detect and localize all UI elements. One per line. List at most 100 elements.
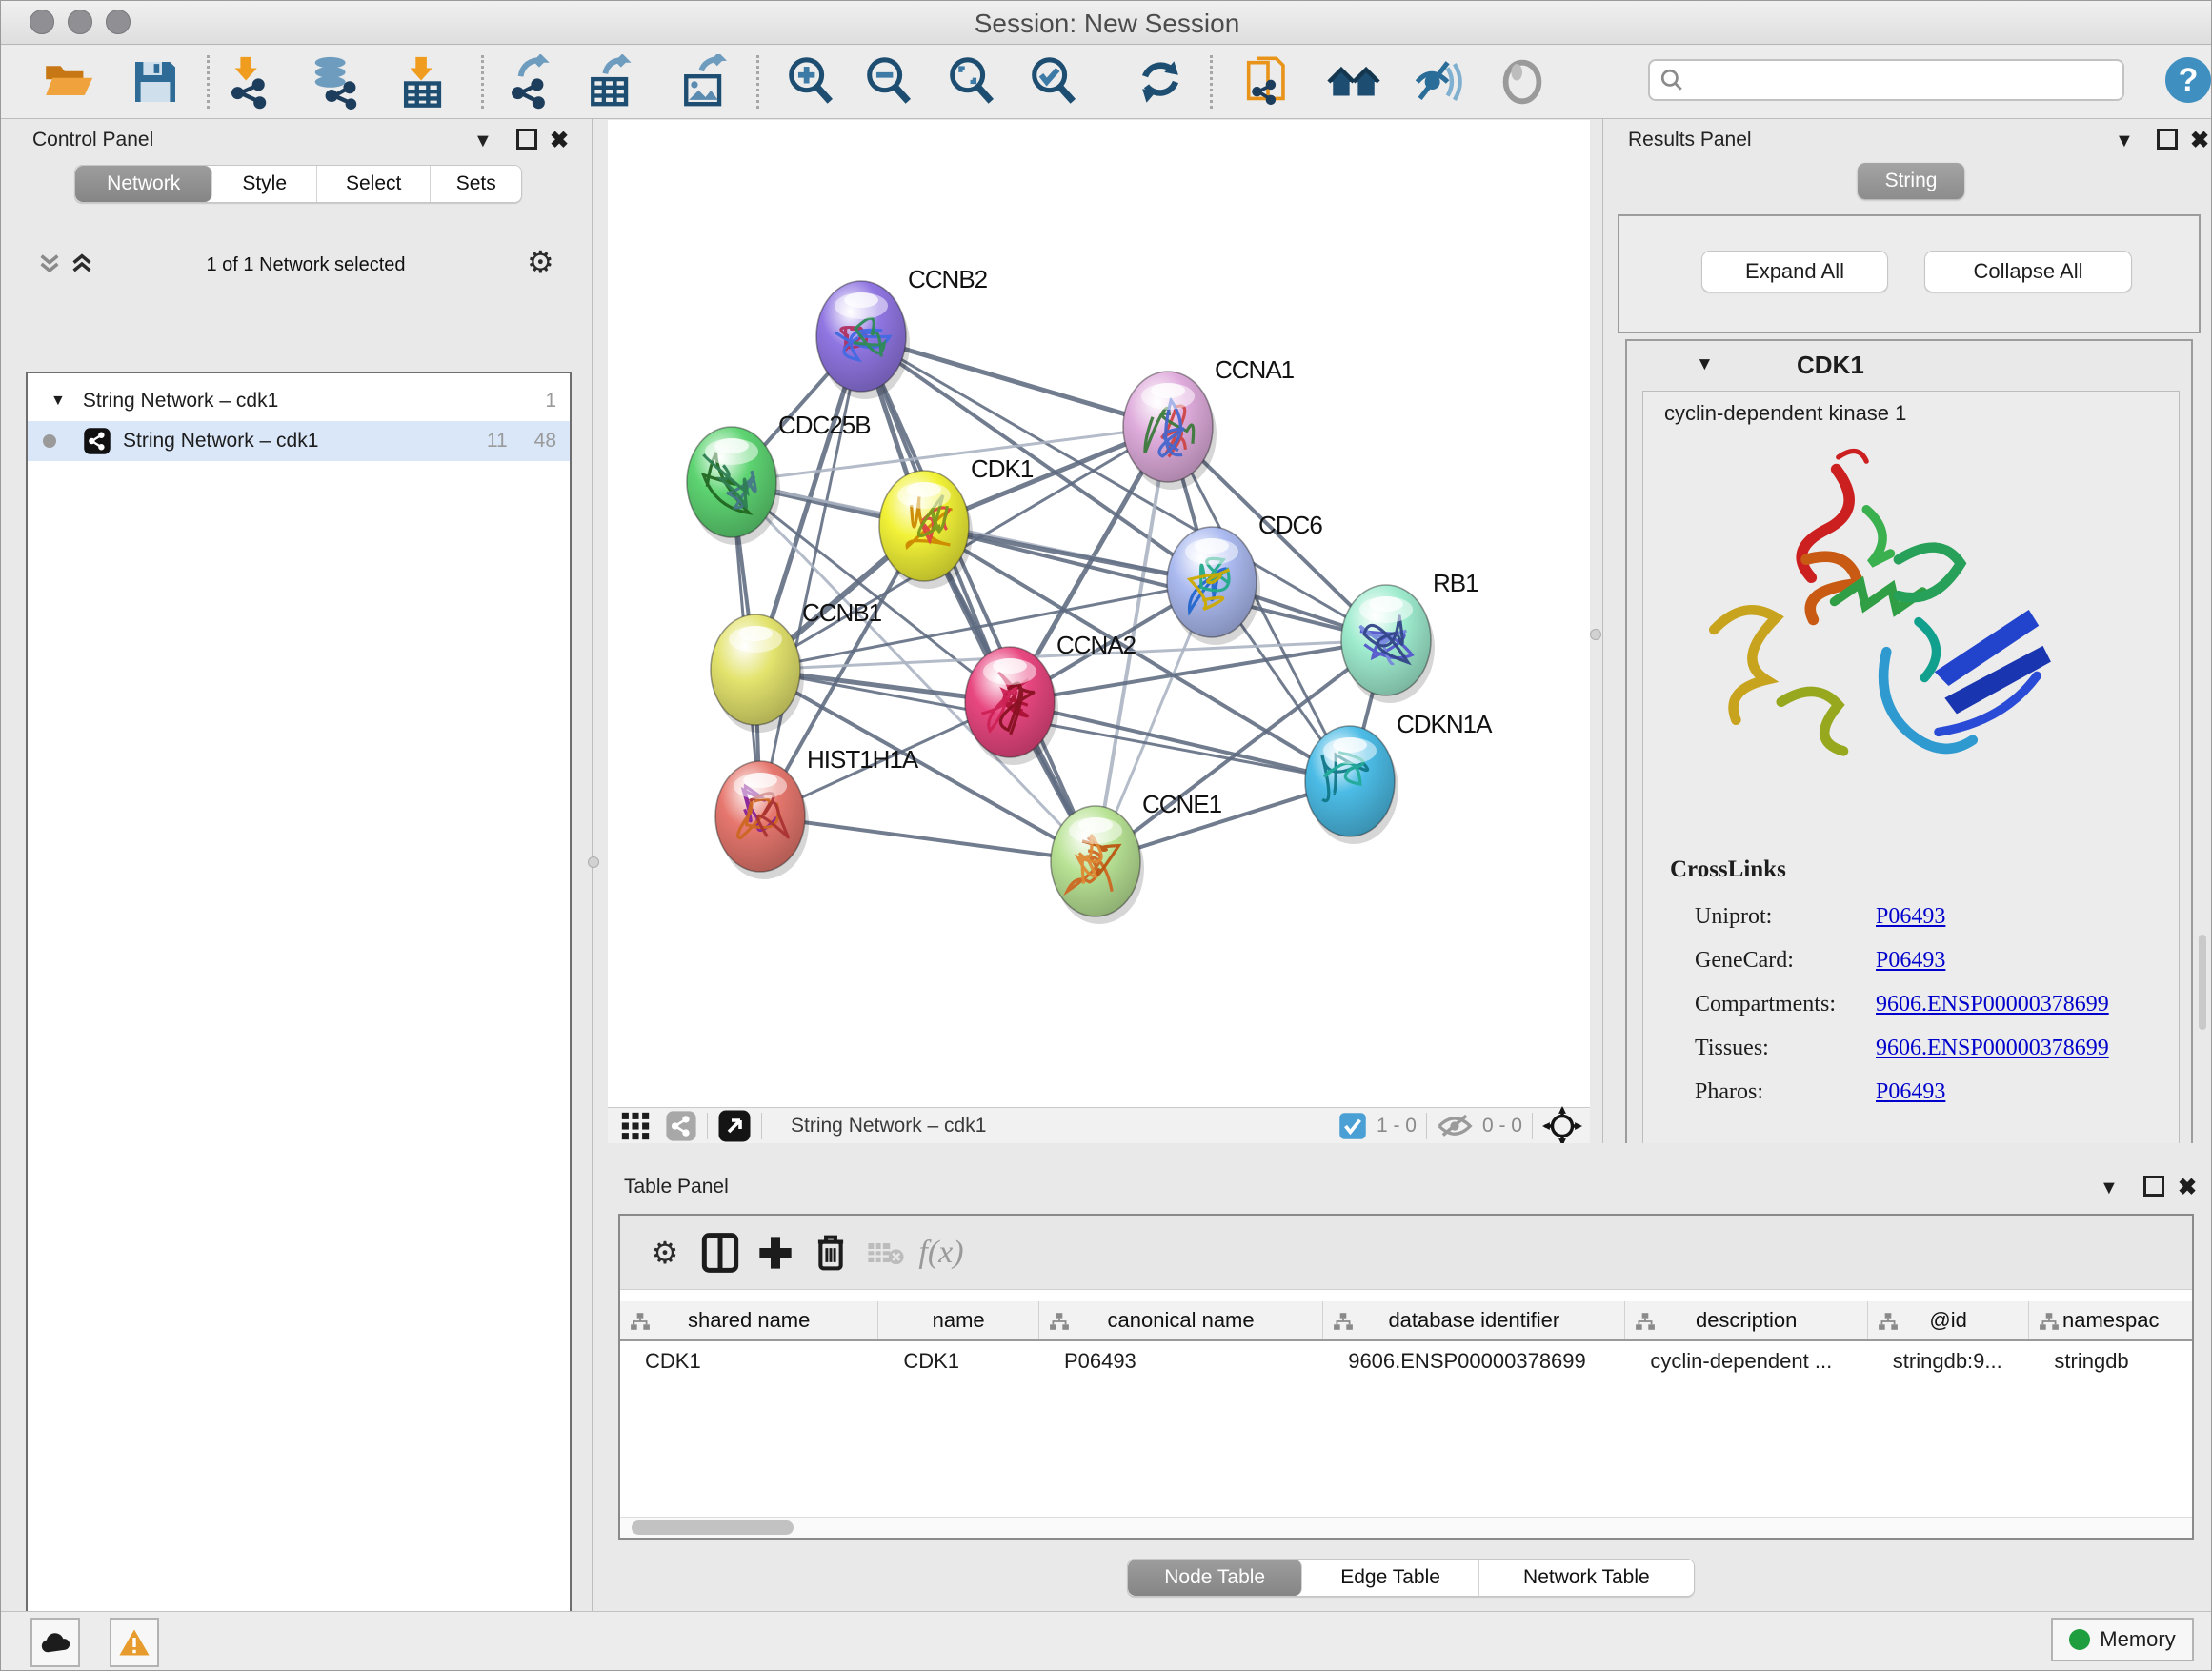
fit-content-crosshair-icon[interactable]: [1542, 1106, 1582, 1146]
results-panel-close-icon[interactable]: ✖: [2190, 127, 2209, 154]
uniprot-link[interactable]: P06493: [1876, 904, 1945, 929]
control-panel-maximize-icon[interactable]: [516, 129, 537, 150]
network-options-gear-icon[interactable]: ⚙: [527, 247, 554, 277]
edge-CCNB2-CCNE1[interactable]: [861, 336, 1096, 861]
edge-count: 48: [534, 430, 556, 453]
cloud-icon: [38, 1630, 72, 1655]
tab-network[interactable]: Network: [75, 166, 212, 202]
import-network-icon[interactable]: [221, 51, 282, 112]
selected-checkbox-icon[interactable]: [1338, 1112, 1367, 1140]
table-panel-close-icon[interactable]: ✖: [2178, 1174, 2197, 1201]
bird-eye-view-icon[interactable]: [1492, 51, 1553, 112]
tab-edge-table[interactable]: Edge Table: [1302, 1560, 1478, 1596]
column-header-database-identifier[interactable]: database identifier: [1323, 1301, 1625, 1339]
zoom-in-icon[interactable]: [780, 51, 841, 112]
open-in-new-window-icon[interactable]: [717, 1109, 752, 1143]
delete-column-icon[interactable]: [803, 1225, 858, 1280]
column-header-name[interactable]: name: [878, 1301, 1039, 1339]
zoom-fit-icon[interactable]: [941, 51, 1002, 112]
function-builder-icon[interactable]: f(x): [914, 1225, 969, 1280]
search-field[interactable]: [1648, 59, 2124, 101]
right-splitter-handle[interactable]: [1590, 629, 1601, 640]
save-icon[interactable]: [125, 51, 186, 112]
import-database-icon[interactable]: [304, 51, 365, 112]
search-input[interactable]: [1692, 67, 2113, 93]
footer-separator: [707, 1113, 708, 1139]
network-collection-row[interactable]: ▼ String Network – cdk1 1: [28, 381, 570, 421]
help-icon[interactable]: ?: [2165, 57, 2211, 103]
table-panel-float-icon[interactable]: ▼: [2100, 1178, 2119, 1199]
collapse-all-icon[interactable]: [35, 251, 64, 282]
hidden-eye-icon[interactable]: [1437, 1112, 1473, 1140]
cell-namespace: stringdb: [2029, 1349, 2192, 1374]
memory-button[interactable]: Memory: [2051, 1618, 2194, 1661]
column-header-shared-name[interactable]: shared name: [620, 1301, 878, 1339]
results-panel-float-icon[interactable]: ▼: [2115, 131, 2134, 152]
warnings-button[interactable]: [110, 1618, 159, 1667]
table-options-gear-icon[interactable]: ⚙: [637, 1225, 693, 1280]
table-panel-maximize-icon[interactable]: [2143, 1176, 2164, 1197]
results-scrollbar-thumb[interactable]: [2199, 935, 2206, 1030]
compartments-link[interactable]: 9606.ENSP00000378699: [1876, 992, 2109, 1017]
node-CCNA1[interactable]: CCNA1: [1123, 355, 1295, 490]
column-header-namespace[interactable]: namespac: [2029, 1301, 2192, 1339]
edge-CCNA2-CDKN1A[interactable]: [1010, 702, 1350, 781]
zoom-out-icon[interactable]: [858, 51, 919, 112]
search-icon: [1659, 68, 1684, 92]
pharos-link[interactable]: P06493: [1876, 1079, 1945, 1104]
cloud-button[interactable]: [30, 1618, 80, 1667]
genecard-link[interactable]: P06493: [1876, 948, 1945, 973]
node-CCNB2[interactable]: CCNB2: [816, 265, 988, 399]
control-panel-close-icon[interactable]: ✖: [550, 127, 569, 154]
tab-style[interactable]: Style: [212, 166, 317, 202]
show-columns-icon[interactable]: [693, 1225, 748, 1280]
home-icon[interactable]: [1323, 51, 1384, 112]
collapse-all-button[interactable]: Collapse All: [1924, 251, 2132, 292]
network-graph[interactable]: CCNB2CCNA1CDC25BCDK1CDC6RB1CCNB1CCNA2CDK…: [608, 120, 1590, 1107]
node-CDC25B[interactable]: CDC25B: [687, 411, 871, 545]
column-header-canonical-name[interactable]: canonical name: [1039, 1301, 1323, 1339]
tab-network-table[interactable]: Network Table: [1479, 1560, 1694, 1596]
tab-node-table[interactable]: Node Table: [1128, 1560, 1302, 1596]
tab-select[interactable]: Select: [317, 166, 431, 202]
show-graphics-details-icon[interactable]: [1406, 51, 1467, 112]
refresh-icon[interactable]: [1130, 51, 1191, 112]
network-view-canvas[interactable]: CCNB2CCNA1CDC25BCDK1CDC6RB1CCNB1CCNA2CDK…: [608, 120, 1590, 1107]
network-thumbnail-icon[interactable]: [665, 1110, 697, 1142]
protein-detail-box: cyclin-dependent kinase 1: [1642, 391, 2180, 1158]
protein-collapse-triangle-icon[interactable]: ▼: [1696, 354, 1714, 375]
export-network-icon[interactable]: [504, 51, 565, 112]
node-CDC6[interactable]: CDC6: [1167, 511, 1322, 645]
left-splitter-handle[interactable]: [588, 856, 599, 868]
duplicate-network-icon[interactable]: [1237, 51, 1298, 112]
tissues-link[interactable]: 9606.ENSP00000378699: [1876, 1036, 2109, 1060]
node-CDK1[interactable]: CDK1: [879, 454, 1034, 589]
export-table-icon[interactable]: [583, 51, 644, 112]
table-row[interactable]: CDK1 CDK1 P06493 9606.ENSP00000378699 cy…: [620, 1341, 2192, 1381]
column-header-id[interactable]: @id: [1868, 1301, 2030, 1339]
export-image-icon[interactable]: [676, 51, 737, 112]
results-panel-maximize-icon[interactable]: [2157, 129, 2178, 150]
import-table-icon[interactable]: [393, 51, 454, 112]
edge-HIST1H1A-CCNE1[interactable]: [760, 816, 1096, 861]
footer-separator: [1532, 1113, 1533, 1139]
scrollbar-thumb[interactable]: [632, 1520, 794, 1535]
network-row-selected[interactable]: String Network – cdk1 11 48: [28, 421, 570, 461]
control-panel-float-icon[interactable]: ▼: [473, 131, 493, 152]
column-header-description[interactable]: description: [1625, 1301, 1867, 1339]
expand-all-button[interactable]: Expand All: [1701, 251, 1888, 292]
table-horizontal-scrollbar[interactable]: [620, 1517, 2192, 1538]
node-CDKN1A[interactable]: CDKN1A: [1305, 710, 1493, 844]
expand-all-icon[interactable]: [68, 251, 96, 282]
node-HIST1H1A[interactable]: HIST1H1A: [715, 745, 919, 879]
delete-table-icon[interactable]: [858, 1225, 914, 1280]
tab-string[interactable]: String: [1858, 163, 1964, 199]
collapse-triangle-icon[interactable]: ▼: [50, 393, 66, 410]
tab-sets[interactable]: Sets: [431, 166, 521, 202]
open-folder-icon[interactable]: [38, 51, 99, 112]
zoom-selected-icon[interactable]: [1023, 51, 1084, 112]
add-column-icon[interactable]: [748, 1225, 803, 1280]
node-RB1[interactable]: RB1: [1341, 569, 1478, 703]
grid-view-icon[interactable]: [619, 1110, 652, 1142]
node-CCNE1[interactable]: CCNE1: [1051, 790, 1222, 924]
